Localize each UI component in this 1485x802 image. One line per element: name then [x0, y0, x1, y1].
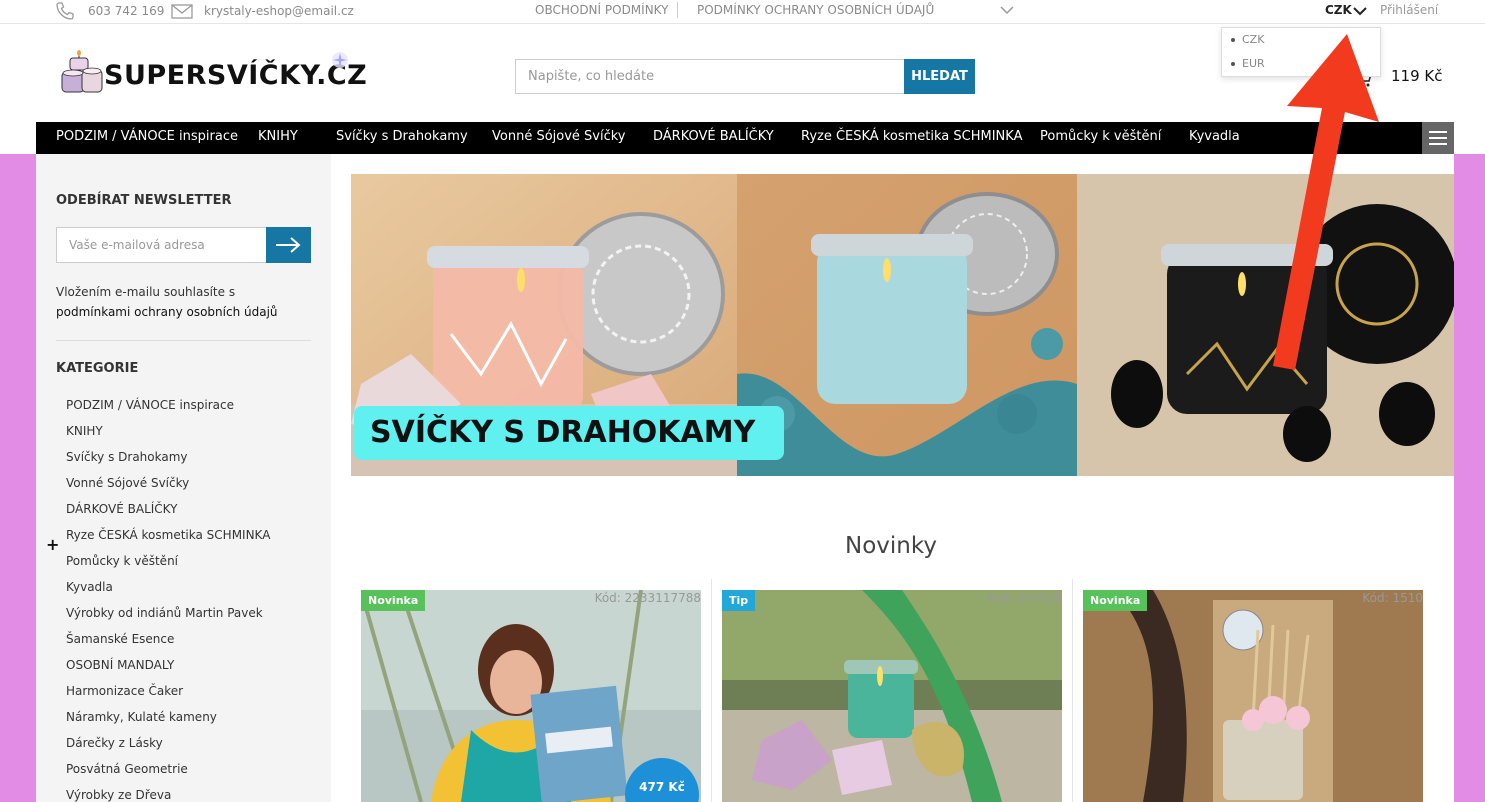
category-item[interactable]: PODZIM / VÁNOCE inspirace [66, 398, 234, 412]
category-item[interactable]: OSOBNÍ MANDALY [66, 658, 174, 672]
currency-option-eur[interactable]: EUR [1231, 57, 1265, 70]
product-code: Kód: 998928 [986, 591, 1062, 605]
product-card[interactable]: 477 Kč Novinka Kód: 2233117788 [351, 579, 711, 802]
product-badge: Tip [722, 590, 756, 611]
newsletter-submit-button[interactable] [266, 227, 311, 263]
currency-option-czk[interactable]: CZK [1230, 33, 1264, 46]
nav-item-vonne-svicky[interactable]: Vonné Sójové Svíčky [492, 129, 626, 144]
mail-icon [171, 4, 193, 19]
candles-logo-icon [61, 50, 103, 93]
expand-plus-icon[interactable]: + [46, 535, 59, 554]
category-item[interactable]: Svíčky s Drahokamy [66, 450, 188, 464]
contact-phone[interactable]: 603 742 169 [88, 4, 164, 18]
blue-candle-image [737, 174, 1077, 476]
black-candle-image [1077, 174, 1454, 476]
product-code: Kód: 2233117788 [594, 591, 701, 605]
search-button[interactable]: HLEDAT [904, 59, 975, 94]
newsletter-title: ODEBÍRAT NEWSLETTER [56, 193, 232, 208]
categories-title: KATEGORIE [56, 361, 139, 376]
topbar-divider [677, 2, 678, 18]
product-image[interactable]: 477 Kč [361, 590, 701, 802]
category-item[interactable]: Náramky, Kulaté kameny [66, 710, 217, 724]
category-item[interactable]: DÁRKOVÉ BALÍČKY [66, 502, 177, 516]
newsletter-note: Vložením e-mailu souhlasíte s podmínkami… [56, 282, 316, 322]
arrow-right-icon [276, 237, 301, 253]
nav-item-kyvadla[interactable]: Kyvadla [1189, 129, 1240, 144]
main-navigation: PODZIM / VÁNOCE inspirace KNIHY Svíčky s… [36, 122, 1454, 154]
product-image[interactable] [1083, 590, 1423, 802]
category-item[interactable]: Posvátná Geometrie [66, 762, 188, 776]
nav-item-knihy[interactable]: KNIHY [258, 129, 298, 144]
page-background-band [1454, 154, 1485, 802]
category-item[interactable]: Harmonizace Čaker [66, 684, 183, 698]
nav-item-podzim[interactable]: PODZIM / VÁNOCE inspirace [56, 129, 238, 144]
product-image[interactable] [722, 590, 1062, 802]
sparkle-icon [332, 52, 348, 68]
privacy-link[interactable]: PODMÍNKY OCHRANY OSOBNÍCH ÚDAJŮ [697, 3, 934, 17]
product-card[interactable]: Novinka Kód: 1510 [1073, 579, 1433, 802]
category-item[interactable]: Výrobky od indiánů Martin Pavek [66, 606, 263, 620]
top-bar: 603 742 169 krystaly-eshop@email.cz OBCH… [0, 0, 1485, 24]
terms-link[interactable]: OBCHODNÍ PODMÍNKY [535, 3, 668, 17]
nav-item-kosmetika[interactable]: Ryze ČESKÁ kosmetika SCHMINKA [801, 129, 1022, 144]
nav-item-darkove-balicky[interactable]: DÁRKOVÉ BALÍČKY [653, 129, 774, 144]
currency-selector[interactable]: CZK [1325, 3, 1352, 17]
product-code: Kód: 1510 [1362, 591, 1423, 605]
nav-item-vesteni[interactable]: Pomůcky k věštění [1040, 129, 1161, 144]
chevron-down-icon[interactable] [1353, 6, 1367, 16]
sidebar: ODEBÍRAT NEWSLETTER Vaše e-mailová adres… [36, 154, 331, 802]
chevron-down-icon[interactable] [1000, 5, 1014, 15]
search-input[interactable]: Napište, co hledáte [515, 59, 905, 94]
site-logo[interactable]: SUPERSVÍČKY.CZ [60, 50, 367, 98]
category-item[interactable]: Kyvadla [66, 580, 113, 594]
category-item[interactable]: Šamanské Esence [66, 632, 174, 646]
category-item[interactable]: Pomůcky k věštění [66, 554, 178, 568]
category-item[interactable]: Ryze ČESKÁ kosmetika SCHMINKA [66, 528, 270, 542]
nav-item-svicky-drahokamy[interactable]: Svíčky s Drahokamy [336, 129, 468, 144]
hero-banner[interactable]: SVÍČKY S DRAHOKAMY [351, 174, 1454, 476]
privacy-terms-link[interactable]: podmínkami ochrany osobních údajů [56, 302, 316, 322]
section-title-novinky: Novinky [845, 533, 937, 559]
page-background-band [0, 154, 36, 802]
newsletter-email-input[interactable]: Vaše e-mailová adresa [56, 227, 267, 263]
category-item[interactable]: Dárečky z Lásky [66, 736, 163, 750]
banner-caption: SVÍČKY S DRAHOKAMY [354, 406, 784, 460]
category-item[interactable]: Vonné Sójové Svíčky [66, 476, 189, 490]
currency-dropdown: CZK EUR [1221, 27, 1381, 77]
login-link[interactable]: Přihlášení [1380, 3, 1438, 17]
product-badge: Novinka [1083, 590, 1148, 611]
category-item[interactable]: Výrobky ze Dřeva [66, 788, 171, 802]
sidebar-divider [56, 340, 311, 341]
cart-total[interactable]: 119 Kč [1391, 67, 1442, 85]
contact-email[interactable]: krystaly-eshop@email.cz [204, 4, 354, 18]
product-badge: Novinka [361, 590, 426, 611]
product-card[interactable]: Tip Kód: 998928 [712, 579, 1072, 802]
hamburger-menu-icon[interactable] [1422, 122, 1454, 154]
logo-text: SUPERSVÍČKY.CZ [104, 60, 368, 91]
category-item[interactable]: KNIHY [66, 424, 103, 438]
phone-icon [56, 2, 74, 20]
